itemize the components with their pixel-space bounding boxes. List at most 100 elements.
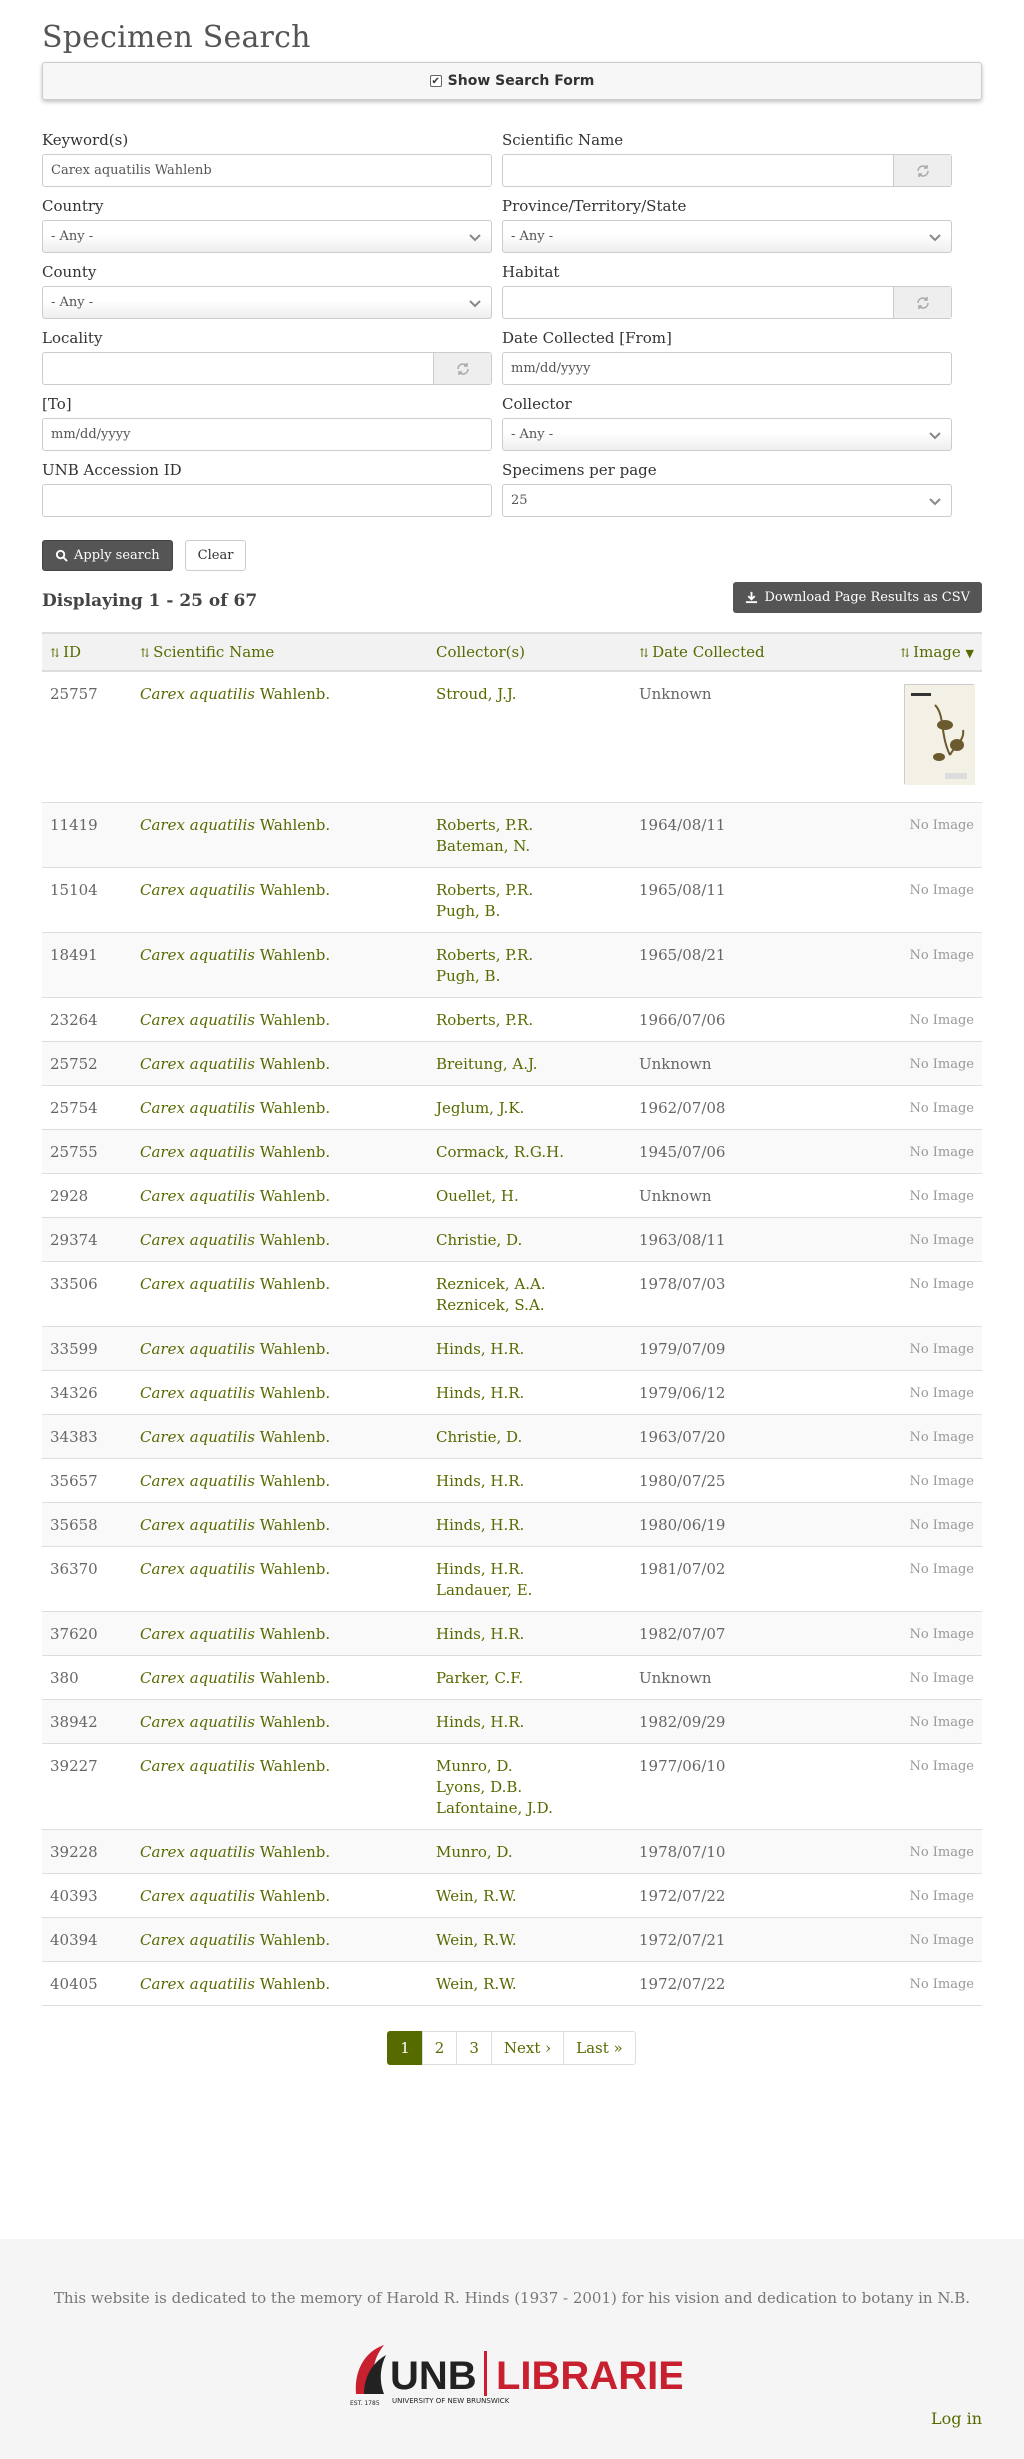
specimen-id[interactable]: 18491 [42, 932, 132, 998]
date-to-input[interactable]: mm/dd/yyyy [42, 418, 492, 451]
scientific-name-link[interactable]: Carex aquatilis Wahlenb. [132, 932, 428, 998]
collector-link[interactable]: Hinds, H.R. [436, 1339, 623, 1360]
date-from-input[interactable]: mm/dd/yyyy [502, 352, 952, 385]
scientific-name-link[interactable]: Carex aquatilis Wahlenb. [132, 997, 428, 1042]
collector-link[interactable]: Bateman, N. [436, 836, 623, 857]
collector-link[interactable]: Hinds, H.R. [436, 1383, 623, 1404]
specimen-id[interactable]: 380 [42, 1655, 132, 1700]
collector-link[interactable]: Pugh, B. [436, 966, 623, 987]
province-select[interactable]: - Any - [502, 220, 952, 253]
scientific-name-input[interactable] [503, 155, 893, 186]
specimen-id[interactable]: 23264 [42, 997, 132, 1042]
scientific-name-link[interactable]: Carex aquatilis Wahlenb. [132, 1655, 428, 1700]
specimen-id[interactable]: 35657 [42, 1458, 132, 1503]
collector-link[interactable]: Hinds, H.R. [436, 1559, 623, 1580]
collector-link[interactable]: Roberts, P.R. [436, 815, 623, 836]
specimen-id[interactable]: 35658 [42, 1502, 132, 1547]
collector-link[interactable]: Roberts, P.R. [436, 880, 623, 901]
show-search-form-toggle[interactable]: ✔ Show Search Form [42, 62, 982, 100]
specimen-id[interactable]: 39228 [42, 1829, 132, 1874]
specimen-id[interactable]: 25757 [42, 671, 132, 803]
download-csv-button[interactable]: Download Page Results as CSV [733, 582, 982, 613]
specimen-id[interactable]: 38942 [42, 1699, 132, 1744]
habitat-input[interactable] [503, 287, 893, 318]
page-link[interactable]: 1 [387, 2031, 423, 2065]
specimen-id[interactable]: 33599 [42, 1326, 132, 1371]
specimen-id[interactable]: 25754 [42, 1085, 132, 1130]
scientific-name-link[interactable]: Carex aquatilis Wahlenb. [132, 1414, 428, 1459]
specimen-id[interactable]: 2928 [42, 1173, 132, 1218]
apply-search-button[interactable]: Apply search [42, 540, 173, 571]
collector-link[interactable]: Jeglum, J.K. [436, 1098, 623, 1119]
specimen-id[interactable]: 29374 [42, 1217, 132, 1262]
last-page-link[interactable]: Last » [563, 2031, 636, 2065]
scientific-name-link[interactable]: Carex aquatilis Wahlenb. [132, 1173, 428, 1218]
specimen-thumbnail[interactable] [904, 684, 975, 785]
collector-link[interactable]: Hinds, H.R. [436, 1471, 623, 1492]
collector-link[interactable]: Wein, R.W. [436, 1930, 623, 1951]
scientific-name-link[interactable]: Carex aquatilis Wahlenb. [132, 1261, 428, 1327]
specimen-id[interactable]: 34326 [42, 1370, 132, 1415]
specimen-id[interactable]: 40394 [42, 1917, 132, 1962]
scientific-name-link[interactable]: Carex aquatilis Wahlenb. [132, 1129, 428, 1174]
collector-link[interactable]: Breitung, A.J. [436, 1054, 623, 1075]
scientific-name-link[interactable]: Carex aquatilis Wahlenb. [132, 1085, 428, 1130]
refresh-icon[interactable] [893, 287, 951, 318]
scientific-name-link[interactable]: Carex aquatilis Wahlenb. [132, 1699, 428, 1744]
collector-link[interactable]: Hinds, H.R. [436, 1515, 623, 1536]
scientific-name-link[interactable]: Carex aquatilis Wahlenb. [132, 1326, 428, 1371]
page-link[interactable]: 2 [421, 2031, 458, 2065]
collector-link[interactable]: Hinds, H.R. [436, 1712, 623, 1733]
specimen-id[interactable]: 39227 [42, 1743, 132, 1830]
unb-libraries-logo[interactable]: EST. 1785 UNB LIBRARIES . UNIVERSITY OF … [346, 2339, 682, 2409]
collector-select[interactable]: - Any - [502, 418, 952, 451]
scientific-name-link[interactable]: Carex aquatilis Wahlenb. [132, 1917, 428, 1962]
collector-link[interactable]: Munro, D. [436, 1842, 623, 1863]
scientific-name-link[interactable]: Carex aquatilis Wahlenb. [132, 1873, 428, 1918]
refresh-icon[interactable] [893, 155, 951, 186]
collector-link[interactable]: Christie, D. [436, 1230, 623, 1251]
collector-link[interactable]: Landauer, E. [436, 1580, 623, 1601]
specimen-id[interactable]: 34383 [42, 1414, 132, 1459]
next-page-link[interactable]: Next › [490, 2031, 565, 2065]
refresh-icon[interactable] [433, 353, 491, 384]
specimen-id[interactable]: 37620 [42, 1611, 132, 1656]
scientific-name-link[interactable]: Carex aquatilis Wahlenb. [132, 1217, 428, 1262]
scientific-name-link[interactable]: Carex aquatilis Wahlenb. [132, 1041, 428, 1086]
clear-button[interactable]: Clear [184, 540, 247, 571]
collector-link[interactable]: Lyons, D.B. [436, 1777, 623, 1798]
scientific-name-link[interactable]: Carex aquatilis Wahlenb. [132, 1743, 428, 1830]
scientific-name-link[interactable]: Carex aquatilis Wahlenb. [132, 1829, 428, 1874]
accession-input[interactable] [42, 484, 492, 517]
column-header-image[interactable]: ⇅ Image ▼ [850, 633, 982, 671]
specimen-id[interactable]: 40393 [42, 1873, 132, 1918]
collector-link[interactable]: Roberts, P.R. [436, 1010, 623, 1031]
collector-link[interactable]: Reznicek, S.A. [436, 1295, 623, 1316]
login-link[interactable]: Log in [931, 2409, 982, 2428]
collector-link[interactable]: Roberts, P.R. [436, 945, 623, 966]
scientific-name-link[interactable]: Carex aquatilis Wahlenb. [132, 1458, 428, 1503]
specimen-id[interactable]: 33506 [42, 1261, 132, 1327]
scientific-name-link[interactable]: Carex aquatilis Wahlenb. [132, 867, 428, 933]
scientific-name-link[interactable]: Carex aquatilis Wahlenb. [132, 671, 428, 803]
specimen-id[interactable]: 36370 [42, 1546, 132, 1612]
specimen-id[interactable]: 25752 [42, 1041, 132, 1086]
collector-link[interactable]: Cormack, R.G.H. [436, 1142, 623, 1163]
collector-link[interactable]: Parker, C.F. [436, 1668, 623, 1689]
specimen-id[interactable]: 25755 [42, 1129, 132, 1174]
specimen-id[interactable]: 40405 [42, 1961, 132, 2006]
collector-link[interactable]: Reznicek, A.A. [436, 1274, 623, 1295]
collector-link[interactable]: Hinds, H.R. [436, 1624, 623, 1645]
locality-input[interactable] [43, 353, 433, 384]
specimen-id[interactable]: 11419 [42, 802, 132, 868]
collector-link[interactable]: Stroud, J.J. [436, 684, 623, 705]
scientific-name-link[interactable]: Carex aquatilis Wahlenb. [132, 1961, 428, 2006]
column-header-scientific-name[interactable]: ⇅ Scientific Name [132, 633, 428, 671]
scientific-name-link[interactable]: Carex aquatilis Wahlenb. [132, 802, 428, 868]
column-header-date-collected[interactable]: ⇅ Date Collected [631, 633, 850, 671]
collector-link[interactable]: Ouellet, H. [436, 1186, 623, 1207]
collector-link[interactable]: Christie, D. [436, 1427, 623, 1448]
specimen-id[interactable]: 15104 [42, 867, 132, 933]
scientific-name-link[interactable]: Carex aquatilis Wahlenb. [132, 1370, 428, 1415]
scientific-name-link[interactable]: Carex aquatilis Wahlenb. [132, 1502, 428, 1547]
